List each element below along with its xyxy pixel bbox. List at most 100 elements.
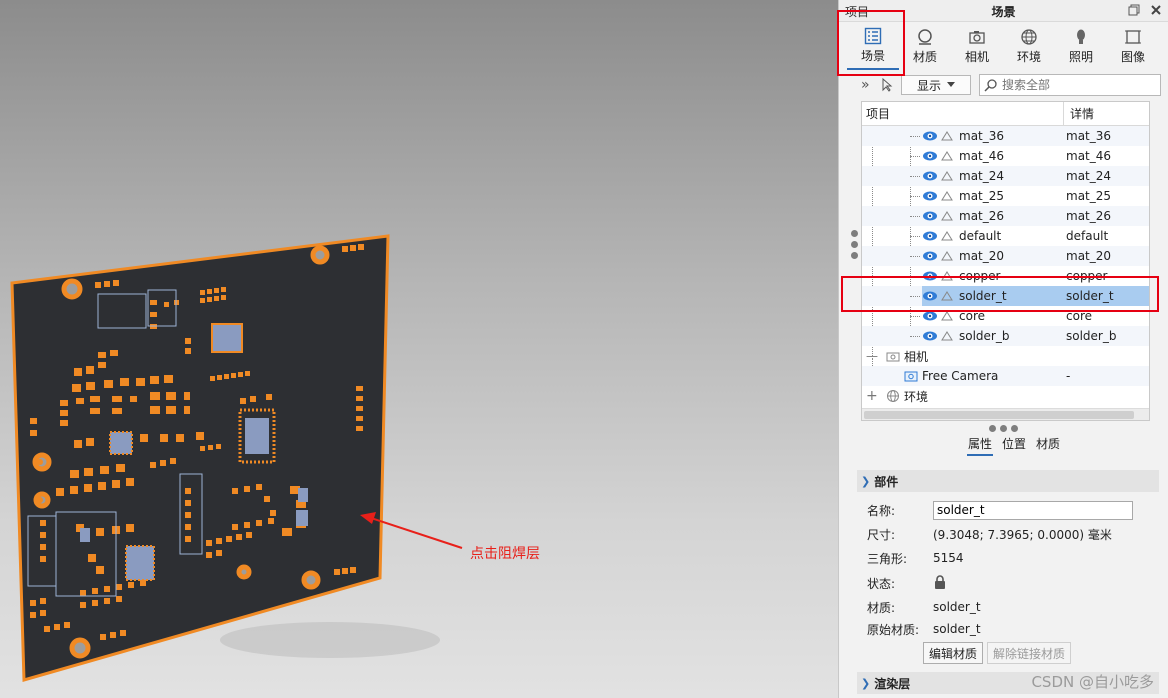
pcb-board-render[interactable] [0, 0, 838, 698]
part-name-input[interactable] [933, 500, 1133, 520]
cursor-select-icon[interactable] [881, 77, 893, 92]
part-detail: mat_46 [1066, 149, 1112, 163]
light-bulb-icon [1077, 29, 1085, 44]
tab-lighting[interactable]: 照明 [1055, 22, 1107, 70]
part-name: core [959, 309, 985, 323]
mesh-triangle-icon [941, 131, 953, 141]
camera-item-detail: - [1066, 369, 1071, 383]
tree-row-part[interactable]: mat_46 mat_46 [862, 146, 1149, 166]
splitter-dots[interactable] [989, 425, 1018, 432]
prop-triangles-row: 三角形: 5154 [857, 546, 1159, 570]
show-dropdown[interactable]: 显示 [901, 75, 971, 95]
chevron-down-icon [947, 82, 955, 87]
part-detail: solder_b [1066, 329, 1117, 343]
prop-triangles-label: 三角形: [867, 551, 908, 566]
subtab-material[interactable]: 材质 [1035, 435, 1061, 456]
visibility-eye-icon[interactable] [922, 130, 938, 142]
lock-icon[interactable] [933, 574, 947, 593]
subtab-position[interactable]: 位置 [1001, 435, 1027, 456]
visibility-eye-icon[interactable] [922, 150, 938, 162]
camera-item-name: Free Camera [922, 369, 999, 383]
visibility-eye-icon[interactable] [922, 290, 938, 302]
tree-group-camera[interactable]: — 相机 [862, 346, 1149, 366]
tab-material[interactable]: 材质 [899, 22, 951, 70]
horizontal-scrollbar[interactable] [862, 408, 1149, 420]
tree-row-part[interactable]: mat_26 mat_26 [862, 206, 1149, 226]
collapse-minus-icon[interactable]: — [866, 349, 878, 363]
column-header-item[interactable]: 项目 [862, 102, 1064, 125]
part-name: mat_24 [959, 169, 1005, 183]
tree-row-part[interactable]: mat_20 mat_20 [862, 246, 1149, 266]
expand-plus-icon[interactable]: + [866, 388, 878, 404]
prop-material-label: 材质: [867, 600, 896, 615]
camera-group-label: 相机 [904, 349, 929, 364]
mesh-triangle-icon [941, 331, 953, 341]
chevron-down-icon: ❯ [861, 676, 871, 690]
annotation-label: 点击阻焊层 [470, 546, 540, 562]
close-icon[interactable] [1148, 2, 1164, 18]
tree-row-part[interactable]: default default [862, 226, 1149, 246]
section-render-layer-title: 渲染层 [874, 676, 911, 691]
prop-triangles-value: 5154 [933, 551, 964, 565]
prop-state-label: 状态: [867, 576, 896, 591]
visibility-eye-icon[interactable] [922, 190, 938, 202]
visibility-eye-icon[interactable] [922, 330, 938, 342]
double-chevron-right-icon[interactable]: » [861, 77, 873, 93]
tree-row-part[interactable]: mat_24 mat_24 [862, 166, 1149, 186]
prop-original-material-label: 原始材质: [867, 622, 920, 637]
visibility-eye-icon[interactable] [922, 270, 938, 282]
tree-row-part[interactable]: core core [862, 306, 1149, 326]
part-detail: mat_20 [1066, 249, 1112, 263]
tree-row-free-camera[interactable]: Free Camera - [862, 366, 1149, 386]
part-detail: solder_t [1066, 289, 1114, 303]
material-icon [918, 28, 932, 45]
tab-label: 图像 [1120, 49, 1145, 64]
part-detail: copper [1066, 269, 1108, 283]
visibility-eye-icon[interactable] [922, 230, 938, 242]
environment-group-label: 环境 [904, 389, 929, 404]
visibility-eye-icon[interactable] [922, 210, 938, 222]
properties-panel: ❯ 部件 名称: 尺寸: (9.3048; 7.3965; 0.0000) 毫米… [857, 470, 1159, 694]
tree-row-part[interactable]: mat_25 mat_25 [862, 186, 1149, 206]
prop-size-value: (9.3048; 7.3965; 0.0000) 毫米 [933, 527, 1112, 542]
unlink-material-button[interactable]: 解除链接材质 [987, 642, 1072, 664]
tree-row-part[interactable]: solder_b solder_b [862, 326, 1149, 346]
tab-scene[interactable]: 场景 [847, 22, 899, 70]
tab-image[interactable]: 图像 [1107, 22, 1159, 70]
mesh-triangle-icon [941, 191, 953, 201]
search-field[interactable] [979, 74, 1161, 96]
tree-row-part[interactable]: copper copper [862, 266, 1149, 286]
scene-tree[interactable]: 项目 详情 mat_36 mat_36 mat_46 mat_46 mat_24 mat_… [861, 101, 1150, 421]
tree-row-part[interactable]: mat_36 mat_36 [862, 126, 1149, 146]
mesh-triangle-icon [941, 151, 953, 161]
edit-material-button[interactable]: 编辑材质 [923, 642, 984, 664]
part-name: default [959, 229, 1002, 243]
tab-camera[interactable]: 相机 [951, 22, 1003, 70]
search-input[interactable] [1002, 78, 1152, 92]
tree-rows: mat_36 mat_36 mat_46 mat_46 mat_24 mat_24 mat_… [862, 126, 1149, 406]
watermark: CSDN @自小吃多 [1031, 673, 1154, 691]
property-subtabs: 属性 位置 材质 [839, 435, 1168, 456]
panel-title: 场景 [991, 5, 1016, 19]
camera-icon [886, 352, 900, 362]
restore-window-icon[interactable] [1126, 2, 1142, 18]
tree-row-part[interactable]: solder_t solder_t [862, 286, 1149, 306]
show-dropdown-label: 显示 [916, 78, 941, 93]
subtab-properties[interactable]: 属性 [966, 435, 993, 456]
camera-icon [904, 371, 918, 382]
column-header-detail[interactable]: 详情 [1064, 102, 1094, 125]
visibility-eye-icon[interactable] [922, 170, 938, 182]
tree-group-environment[interactable]: + 环境 [862, 386, 1149, 406]
part-name: solder_b [959, 329, 1010, 343]
tree-header: 项目 详情 [862, 102, 1149, 126]
visibility-eye-icon[interactable] [922, 310, 938, 322]
scene-panel: 项目 场景 场景 材质 相机 环境 照明 图像 » 显示 搜索全部 项目 详情 … [837, 0, 1168, 698]
prop-name-label: 名称: [867, 503, 896, 518]
section-part-title: 部件 [874, 474, 899, 489]
3d-viewport[interactable]: 点击阻焊层 [0, 0, 838, 698]
section-part-header[interactable]: ❯ 部件 [857, 470, 1159, 492]
drag-handle-dots[interactable] [851, 230, 858, 259]
visibility-eye-icon[interactable] [922, 250, 938, 262]
tab-environment[interactable]: 环境 [1003, 22, 1055, 70]
environment-globe-icon [887, 390, 899, 402]
